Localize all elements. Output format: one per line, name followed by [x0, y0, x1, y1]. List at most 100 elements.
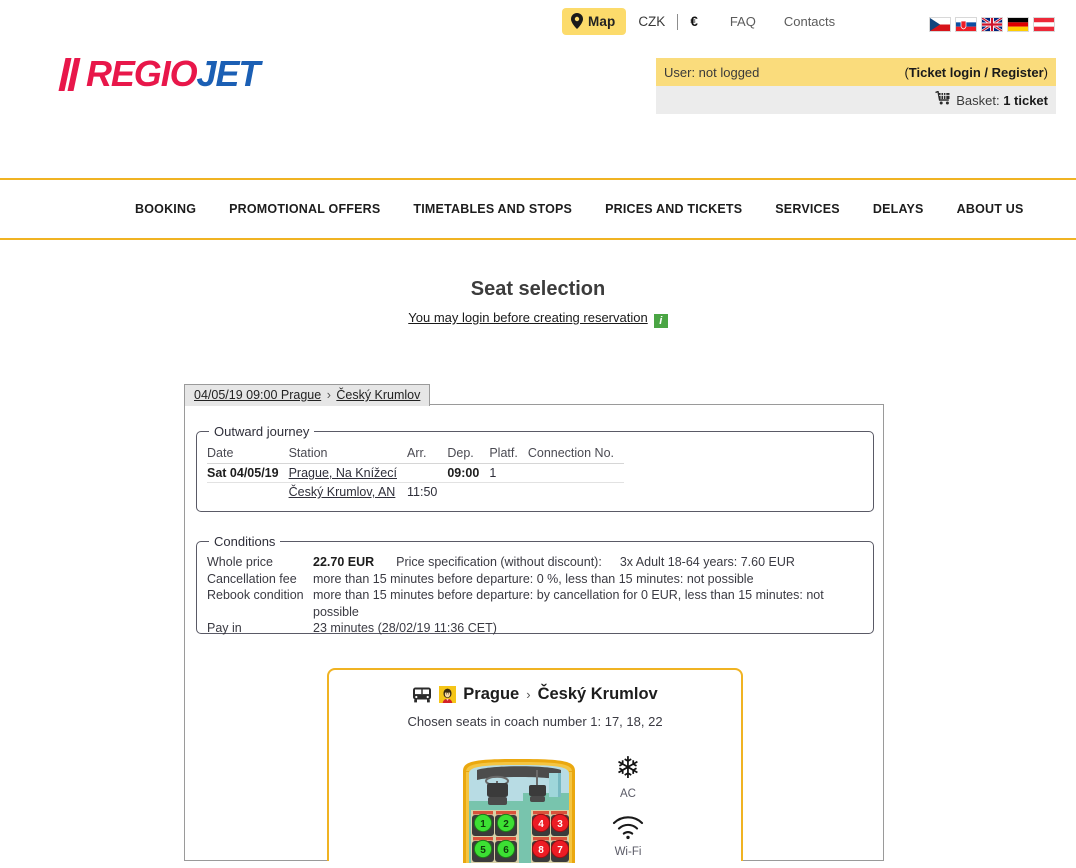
- map-button-label: Map: [588, 13, 616, 29]
- top-bar: Map CZK € FAQ Contacts: [0, 0, 1076, 48]
- contacts-link[interactable]: Contacts: [770, 14, 849, 29]
- col-platf: Platf.: [489, 445, 528, 464]
- table-row: Sat 04/05/19 Prague, Na Knížecí 09:00 1: [207, 463, 625, 483]
- svg-text:2: 2: [503, 819, 509, 830]
- info-icon[interactable]: i: [653, 314, 668, 328]
- outward-journey-legend: Outward journey: [214, 424, 310, 439]
- whole-price-value-wrap: 22.70 EUR Price specification (without di…: [313, 554, 795, 571]
- svg-text:1: 1: [480, 819, 486, 830]
- svg-text:5: 5: [480, 845, 486, 856]
- condition-rebook: Rebook condition more than 15 minutes be…: [207, 587, 873, 620]
- col-connection-no: Connection No.: [527, 445, 625, 464]
- bus-seat-map[interactable]: 1 2 5 6 4 3 8 7: [457, 757, 581, 863]
- slanted-bars-icon: [58, 57, 81, 91]
- chosen-seats-label: Chosen seats in coach number 1: 17, 18, …: [407, 714, 663, 729]
- flag-cz-icon[interactable]: [929, 17, 951, 32]
- row-1-station: Český Krumlov, AN: [289, 483, 407, 502]
- paren-close: ): [1043, 64, 1048, 80]
- flag-de-icon[interactable]: [1007, 17, 1029, 32]
- condition-pay-in: Pay in 23 minutes (28/02/19 11:36 CET): [207, 620, 873, 637]
- conditions-legend: Conditions: [214, 534, 276, 549]
- svg-text:6: 6: [503, 845, 509, 856]
- outward-journey-body: Date Station Arr. Dep. Platf. Connection…: [197, 439, 873, 501]
- snowflake-icon: ❄: [615, 752, 641, 785]
- row-1-arr: 11:50: [407, 485, 438, 499]
- main-nav: BOOKING PROMOTIONAL OFFERS TIMETABLES AN…: [0, 180, 1076, 238]
- route-arrow: ›: [526, 687, 531, 702]
- user-status-label: User: not logged: [664, 64, 760, 80]
- page-title: Seat selection: [470, 278, 606, 300]
- basket-label: Basket:: [956, 92, 1000, 108]
- row-0-dep: 09:00: [447, 463, 490, 483]
- login-hint: You may login before creating reservatio…: [0, 310, 1076, 328]
- flag-sk-icon[interactable]: [955, 17, 977, 32]
- seat-card-header: Prague › Český Krumlov: [329, 685, 741, 704]
- currency-eur[interactable]: €: [678, 14, 710, 29]
- shopping-cart-icon: [935, 90, 952, 110]
- basket-value: 1 ticket: [1003, 92, 1048, 108]
- nav-item-timetables-and-stops[interactable]: TIMETABLES AND STOPS: [413, 202, 572, 216]
- row-1-dep: [447, 483, 489, 502]
- map-button[interactable]: Map: [562, 8, 627, 35]
- wifi-icon: [597, 810, 659, 844]
- language-flags: [929, 17, 1055, 32]
- seat-selection-card: Prague › Český Krumlov Chosen seats in c…: [327, 668, 743, 863]
- price-spec-label: Price specification (without discount):: [396, 555, 602, 569]
- amenity-ac-label: AC: [620, 788, 636, 800]
- whole-price-value: 22.70 EUR: [313, 555, 375, 569]
- row-0-arr: [407, 463, 448, 483]
- cancellation-fee-value: more than 15 minutes before departure: 0…: [313, 571, 754, 586]
- nav-item-promotional-offers[interactable]: PROMOTIONAL OFFERS: [229, 202, 380, 216]
- conditions-body: Whole price 22.70 EUR Price specification…: [197, 549, 873, 637]
- row-0-station-link[interactable]: Prague, Na Knížecí: [289, 466, 397, 480]
- basket-row[interactable]: Basket: 1 ticket: [656, 86, 1056, 114]
- col-date: Date: [207, 445, 289, 464]
- row-1-station-link[interactable]: Český Krumlov, AN: [289, 485, 396, 499]
- row-0-platf: 1: [489, 463, 528, 483]
- whole-price-label: Whole price: [207, 555, 273, 569]
- journey-tab-destination: Český Krumlov: [336, 388, 421, 402]
- journey-tab[interactable]: 04/05/19 09:00 Prague › Český Krumlov: [184, 384, 431, 406]
- login-hint-link[interactable]: You may login before creating reservatio…: [408, 310, 647, 325]
- logo-text-regio: REGIO: [86, 53, 198, 94]
- table-row: Český Krumlov, AN 11:50: [207, 483, 624, 502]
- row-0-date: Sat 04/05/19: [207, 463, 289, 483]
- nav-item-services[interactable]: SERVICES: [775, 202, 840, 216]
- row-1-platf: [489, 483, 528, 502]
- journey-table-header: Date Station Arr. Dep. Platf. Connection…: [207, 445, 625, 464]
- page-root: Map CZK € FAQ Contacts REGIOJET User: no…: [0, 0, 1076, 863]
- main-nav-wrapper: BOOKING PROMOTIONAL OFFERS TIMETABLES AN…: [0, 178, 1076, 240]
- col-arr: Arr.: [407, 445, 448, 464]
- currency-czk[interactable]: CZK: [626, 14, 677, 29]
- condition-whole-price: Whole price 22.70 EUR Price specification…: [207, 554, 873, 571]
- top-links: Map CZK € FAQ Contacts: [562, 8, 849, 35]
- condition-cancellation-fee: Cancellation fee more than 15 minutes be…: [207, 571, 873, 588]
- cancellation-fee-label: Cancellation fee: [207, 571, 297, 586]
- nav-item-booking[interactable]: BOOKING: [135, 202, 196, 216]
- nav-item-delays[interactable]: DELAYS: [873, 202, 924, 216]
- journey-table: Date Station Arr. Dep. Platf. Connection…: [207, 445, 625, 502]
- flag-at-icon[interactable]: [1033, 17, 1055, 32]
- regiojet-logo[interactable]: REGIOJET: [58, 52, 261, 96]
- faq-link[interactable]: FAQ: [710, 14, 770, 29]
- amenities-list: ❄ AC Wi-Fi: [597, 752, 659, 868]
- location-pin-icon: [571, 13, 583, 29]
- ticket-login-register[interactable]: (Ticket login / Register): [904, 65, 1048, 80]
- row-0-conn: [527, 463, 625, 483]
- flag-gb-icon[interactable]: [981, 17, 1003, 32]
- svg-text:7: 7: [557, 845, 563, 856]
- col-station: Station: [288, 445, 407, 464]
- nav-bottom-rule: [0, 238, 1076, 240]
- outward-journey-section: Outward journey Date Station Arr. Dep. P…: [196, 424, 874, 512]
- account-box: User: not logged (Ticket login / Registe…: [656, 58, 1056, 114]
- journey-tab-arrow: ›: [326, 388, 331, 402]
- conditions-section: Conditions Whole price 22.70 EUR Price sp…: [196, 534, 874, 637]
- logo-text-jet: JET: [196, 53, 261, 94]
- nav-item-about-us[interactable]: ABOUT US: [957, 202, 1024, 216]
- nav-item-prices-and-tickets[interactable]: PRICES AND TICKETS: [605, 202, 742, 216]
- journey-tab-datetime: 04/05/19 09:00 Prague: [194, 388, 322, 402]
- ticket-login-register-link[interactable]: Ticket login / Register: [909, 65, 1044, 80]
- svg-text:4: 4: [538, 819, 544, 830]
- steward-icon: [439, 686, 457, 703]
- pay-in-value: 23 minutes (28/02/19 11:36 CET): [313, 621, 497, 635]
